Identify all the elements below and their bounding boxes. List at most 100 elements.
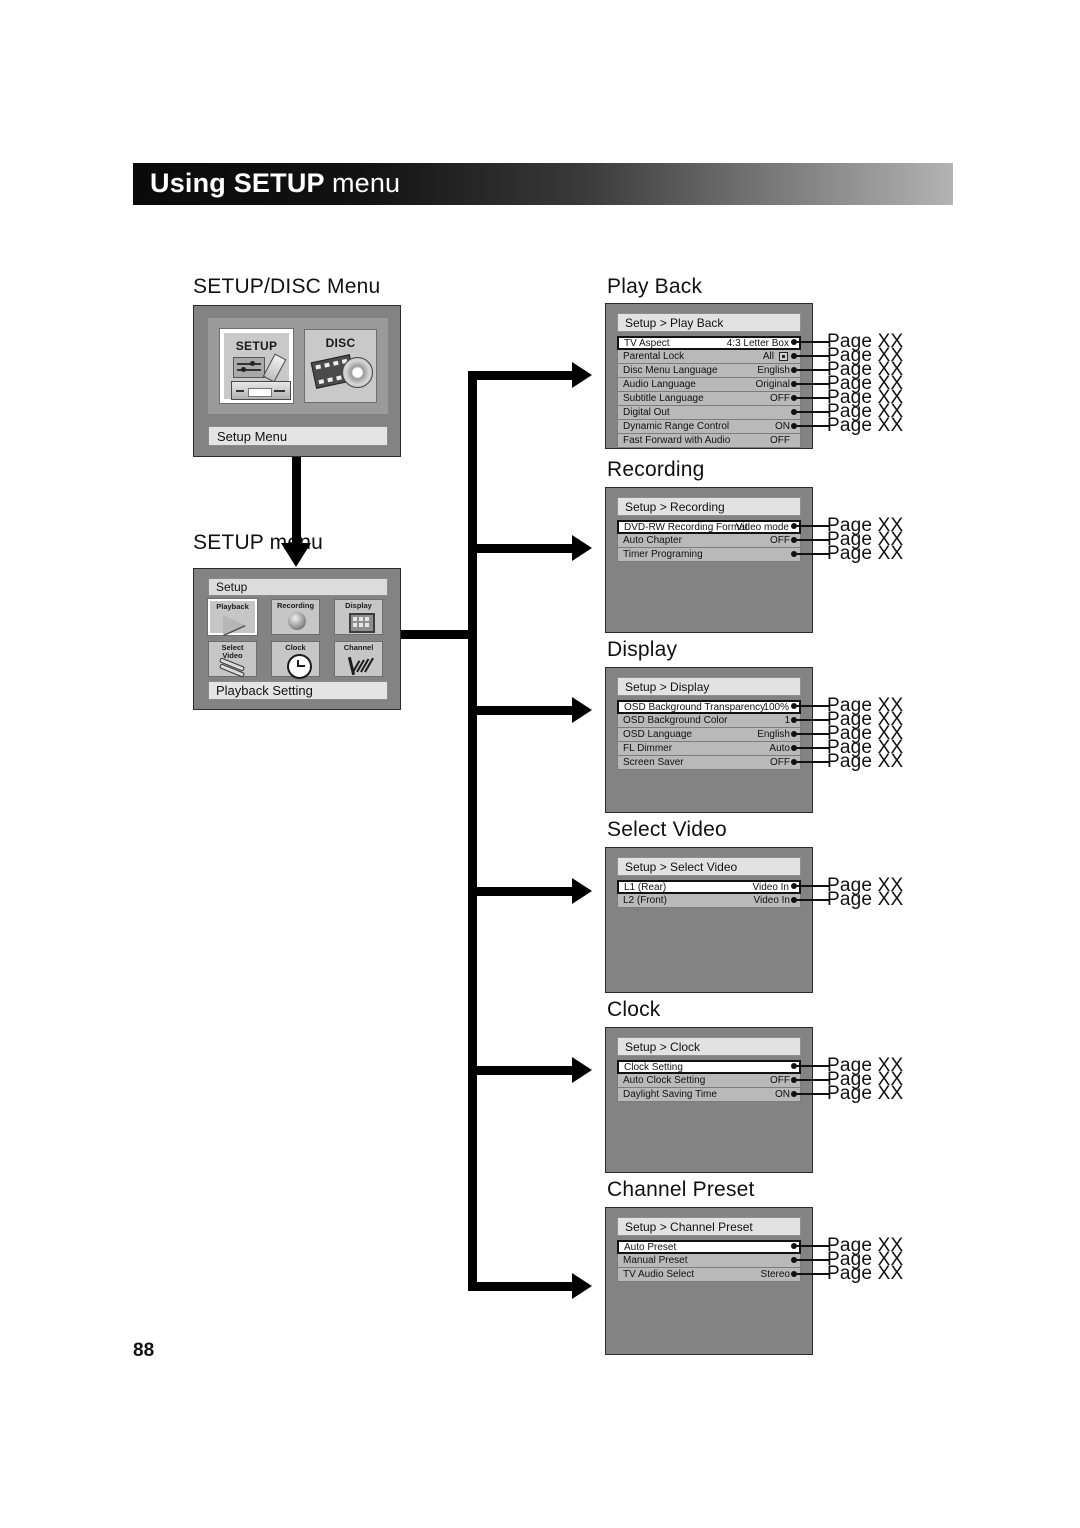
osd-breadcrumb-select_video: Setup > Select Video	[617, 857, 801, 876]
arrow-down-to-setup-menu	[281, 543, 311, 567]
osd-row[interactable]: Daylight Saving Time ON	[617, 1088, 801, 1102]
setup-menu-tile-select-video[interactable]: Select Video	[208, 641, 257, 678]
osd-row[interactable]: FL Dimmer Auto	[617, 742, 801, 756]
osd-row[interactable]: Clock Setting	[617, 1060, 801, 1074]
osd-row-label: Disc Menu Language	[623, 365, 718, 376]
osd-row[interactable]: OSD Background Transparency 100%	[617, 700, 801, 714]
osd-row[interactable]: OSD Language English	[617, 728, 801, 742]
osd-screen-display: Setup > Display OSD Background Transparen…	[605, 667, 813, 813]
osd-row-label: DVD-RW Recording Format	[624, 522, 748, 533]
setup-menu-tile-channel[interactable]: Channel	[334, 641, 383, 677]
setup-tile[interactable]: SETUP	[219, 328, 294, 404]
arrow-to-display	[572, 697, 592, 723]
osd-row-label: TV Aspect	[624, 338, 670, 349]
osd-row[interactable]: Manual Preset	[617, 1254, 801, 1268]
setup-menu-tile-clock-label: Clock	[285, 643, 306, 652]
setup-menu-tile-display-label: Display	[345, 601, 372, 610]
osd-row[interactable]: Dynamic Range Control ON	[617, 420, 801, 434]
osd-row-value: Video mode	[735, 522, 789, 533]
setup-menu-tile-playback[interactable]: Playback	[207, 598, 258, 636]
page-ref-leader-line	[797, 1065, 829, 1067]
page-reference-label: Page XX	[827, 889, 904, 910]
osd-row-value: Video In	[753, 895, 790, 906]
osd-row-label: Auto Clock Setting	[623, 1075, 706, 1086]
setup-disc-status-bar: Setup Menu	[208, 426, 388, 446]
osd-row-value: 4:3 Letter Box	[726, 338, 789, 349]
osd-row-label: Dynamic Range Control	[623, 421, 730, 432]
osd-row[interactable]: Parental Lock All	[617, 350, 801, 364]
osd-row-value: OFF	[770, 393, 790, 404]
osd-row[interactable]: Screen Saver OFF	[617, 756, 801, 770]
osd-row[interactable]: Timer Programing	[617, 548, 801, 562]
osd-row-label: OSD Background Color	[623, 715, 728, 726]
osd-row-value: Original	[755, 379, 790, 390]
osd-row-label: Subtitle Language	[623, 393, 704, 404]
dvd-deck-icon	[231, 381, 291, 400]
osd-breadcrumb-clock: Setup > Clock	[617, 1037, 801, 1056]
osd-row-label: Timer Programing	[623, 549, 703, 560]
osd-row-value: OFF	[770, 435, 790, 446]
osd-row-value: OFF	[770, 1075, 790, 1086]
osd-row-value: Auto	[769, 743, 790, 754]
osd-row[interactable]: Auto Preset	[617, 1240, 801, 1254]
osd-row[interactable]: L2 (Front) Video In	[617, 894, 801, 908]
page-ref-leader-line	[797, 397, 829, 399]
arrow-to-select-video	[572, 878, 592, 904]
connector-branch-display	[468, 706, 577, 715]
page-ref-leader-line	[797, 411, 829, 413]
setup-menu-status-bar: Playback Setting	[208, 681, 388, 700]
arrow-to-recording	[572, 535, 592, 561]
osd-row-label: Fast Forward with Audio	[623, 435, 731, 446]
osd-row[interactable]: TV Aspect 4:3 Letter Box	[617, 336, 801, 350]
setup-menu-tile-clock[interactable]: Clock	[271, 641, 320, 679]
osd-screen-recording: Setup > Recording DVD-RW Recording Format…	[605, 487, 813, 633]
osd-rows-recording: DVD-RW Recording Format Video mode Auto Ch…	[617, 520, 801, 562]
connector-vertical-setupdisc	[292, 457, 301, 543]
page-ref-leader-line	[797, 899, 829, 901]
caption-display: Display	[607, 638, 678, 661]
dvd-disc-icon	[342, 357, 373, 388]
osd-row-label: OSD Background Transparency	[624, 702, 766, 713]
setup-menu-tile-select-video-label: Select Video	[209, 644, 256, 660]
page-ref-leader-line	[797, 553, 829, 555]
record-circle-icon	[288, 612, 306, 630]
osd-row[interactable]: TV Audio Select Stereo	[617, 1268, 801, 1282]
osd-breadcrumb-text: Setup > Play Back	[625, 316, 724, 330]
osd-row[interactable]: Disc Menu Language English	[617, 364, 801, 378]
osd-breadcrumb-recording: Setup > Recording	[617, 497, 801, 516]
connector-branch-select-video	[468, 887, 577, 896]
osd-row[interactable]: OSD Background Color 1	[617, 714, 801, 728]
setup-menu-tile-playback-label: Playback	[216, 602, 249, 611]
setup-menu-tile-display[interactable]: Display	[334, 599, 383, 635]
setup-disc-tile-panel: SETUP DISC	[208, 318, 388, 414]
page-number: 88	[133, 1340, 155, 1361]
osd-row-value: Stereo	[760, 1269, 790, 1280]
setup-disc-status-text: Setup Menu	[217, 429, 288, 444]
osd-row[interactable]: DVD-RW Recording Format Video mode	[617, 520, 801, 534]
setup-menu-status-text: Playback Setting	[216, 683, 313, 698]
disc-tile[interactable]: DISC	[304, 329, 377, 403]
osd-row[interactable]: Audio Language Original	[617, 378, 801, 392]
connector-branch-channel-preset	[468, 1282, 577, 1291]
sliders-icon	[233, 357, 265, 378]
page-reference-label: Page XX	[827, 543, 904, 564]
osd-row[interactable]: Digital Out	[617, 406, 801, 420]
osd-breadcrumb-text: Setup > Channel Preset	[625, 1220, 753, 1234]
osd-row[interactable]: L1 (Rear) Video In	[617, 880, 801, 894]
connector-from-setup-menu	[401, 630, 477, 639]
osd-row[interactable]: Auto Clock Setting OFF	[617, 1074, 801, 1088]
page-ref-leader-line	[797, 1093, 829, 1095]
setup-menu-tile-recording[interactable]: Recording	[271, 599, 320, 635]
osd-row-label: Daylight Saving Time	[623, 1089, 717, 1100]
setup-disc-menu-screen: SETUP DISC Setup Menu	[193, 305, 401, 457]
osd-row-value: OFF	[770, 757, 790, 768]
page-reference-label: Page XX	[827, 1083, 904, 1104]
osd-row[interactable]: Fast Forward with Audio OFF	[617, 434, 801, 448]
osd-row-value: Video In	[752, 882, 789, 893]
osd-breadcrumb-display: Setup > Display	[617, 677, 801, 696]
arrow-to-clock	[572, 1057, 592, 1083]
osd-row[interactable]: Subtitle Language OFF	[617, 392, 801, 406]
osd-row-label: Parental Lock	[623, 351, 685, 362]
osd-row[interactable]: Auto Chapter OFF	[617, 534, 801, 548]
page-ref-leader-line	[797, 341, 829, 343]
